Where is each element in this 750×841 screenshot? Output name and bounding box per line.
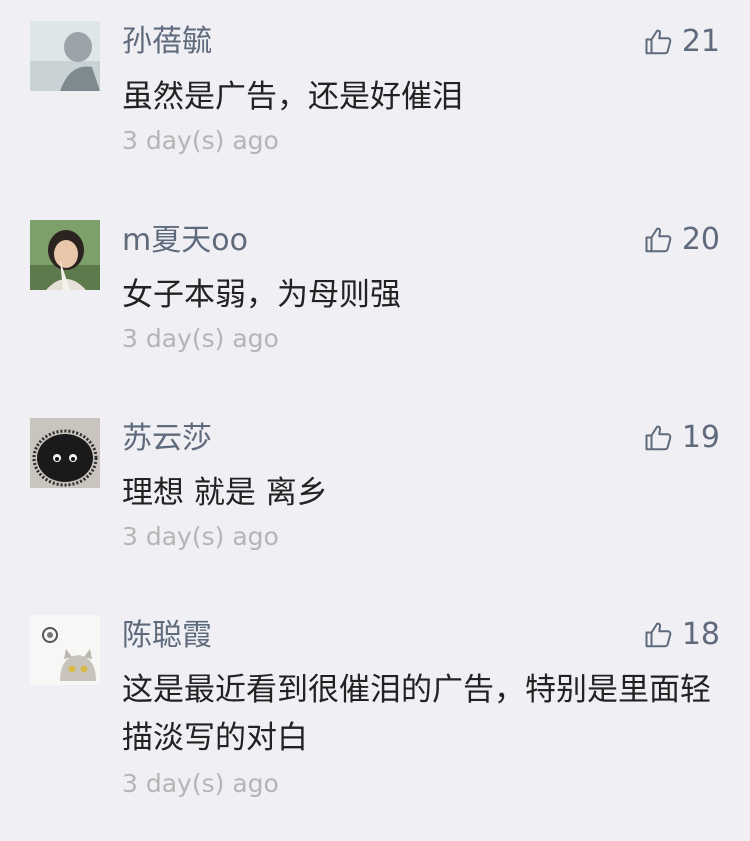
user-avatar-icon <box>30 220 100 290</box>
thumbs-up-icon <box>645 29 672 55</box>
like-button[interactable]: 19 <box>644 418 720 458</box>
like-count: 19 <box>681 420 720 455</box>
comment-page: { "comments": [ { "nickname": "孙蓓毓", "co… <box>0 0 750 841</box>
like-button[interactable]: 18 <box>644 615 720 655</box>
nickname[interactable]: m夏天oo <box>122 221 248 261</box>
like-count: 20 <box>681 222 720 257</box>
nickname[interactable]: 苏云莎 <box>122 419 212 459</box>
comment-text: 理想 就是 离乡 <box>122 475 328 511</box>
like-button[interactable]: 21 <box>644 22 720 62</box>
user-avatar-icon <box>30 615 100 685</box>
nickname[interactable]: 陈聪霞 <box>122 616 212 656</box>
timestamp: 3 day(s) ago <box>122 324 279 353</box>
user-avatar-icon <box>30 418 100 488</box>
timestamp: 3 day(s) ago <box>122 126 279 155</box>
nickname[interactable]: 孙蓓毓 <box>122 22 212 62</box>
like-button[interactable]: 20 <box>644 220 720 260</box>
avatar[interactable] <box>30 615 100 685</box>
thumbs-up-icon <box>645 425 672 451</box>
avatar[interactable] <box>30 21 100 91</box>
comment-text: 虽然是广告，还是好催泪 <box>122 79 463 115</box>
avatar[interactable] <box>30 418 100 488</box>
thumbs-up-icon <box>645 622 672 648</box>
avatar[interactable] <box>30 220 100 290</box>
timestamp: 3 day(s) ago <box>122 522 279 551</box>
like-count: 21 <box>681 24 720 59</box>
user-avatar-icon <box>30 21 100 91</box>
thumbs-up-icon <box>645 227 672 253</box>
like-count: 18 <box>681 617 720 652</box>
timestamp: 3 day(s) ago <box>122 769 279 798</box>
comment-text: 这是最近看到很催泪的广告，特别是里面轻描淡写的对白 <box>122 672 711 756</box>
comment-text: 女子本弱，为母则强 <box>122 277 401 313</box>
